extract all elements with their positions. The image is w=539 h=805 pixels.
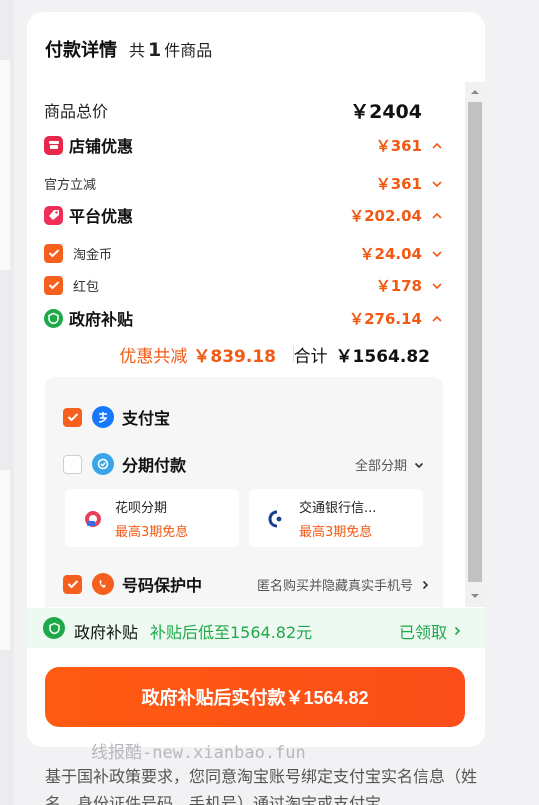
gov-subsidy-amount: ￥276.14 [349,309,422,328]
plan-bocom[interactable]: 交通银行信... 最高3期免息 [249,489,423,547]
grand-total: 合计 ￥1564.82 [293,347,430,367]
alipay-option[interactable]: 支付宝 [63,402,425,432]
subsidy-bar[interactable]: 政府补贴 补贴后低至1564.82元 已领取 [27,608,485,648]
number-protect-label: 号码保护中 [122,576,203,595]
hongbao-amount: ￥178 [375,276,422,295]
installment-label: 分期付款 [122,456,187,475]
phone-shield-icon [92,573,114,595]
chevron-down-icon[interactable] [430,246,444,260]
installment-option[interactable]: 分期付款 全部分期 [63,449,425,479]
store-discount-label: 店铺优惠 [69,137,134,156]
installment-checkbox[interactable] [63,454,82,474]
installment-icon [92,453,114,475]
total-goods-amount: ￥2404 [350,100,422,123]
alipay-icon [92,406,114,428]
scroll-down-arrow-icon[interactable] [469,590,481,602]
total-goods-label: 商品总价 [44,102,109,121]
row-hongbao[interactable]: 红包 ￥178 [44,271,444,299]
subsidy-label: 政府补贴 [74,623,139,642]
row-store-discount[interactable]: 店铺优惠 ￥361 [44,131,444,159]
store-icon [44,135,63,155]
plan-promo: 最高3期免息 [115,525,189,540]
gov-subsidy-icon [44,308,63,328]
installment-dropdown[interactable]: 全部分期 [355,455,425,474]
hongbao-label: 红包 [73,279,100,295]
chevron-down-icon[interactable] [430,176,444,190]
footer-notice: 基于国补政策要求，您同意淘宝账号绑定支付宝实名信息（姓名、身份证件号码、手机号）… [45,767,478,805]
subsidy-status[interactable]: 已领取 [399,619,463,643]
alipay-checkbox[interactable] [63,407,82,427]
plan-name: 交通银行信... [299,501,377,516]
huabei-icon [83,509,103,529]
card-header: 付款详情 共 1 件商品 [45,36,212,62]
left-background-strip [0,0,14,805]
official-cut-label: 官方立减 [44,177,97,193]
plan-promo: 最高3期免息 [299,525,373,540]
installment-option-label: 全部分期 [354,459,407,474]
price-breakdown-scroll[interactable]: 商品总价 ￥2404 店铺优惠 ￥361 官方立减 ￥361 平台优惠 ￥202… [27,82,485,607]
payment-methods: 支付宝 分期付款 全部分期 花呗分期 最高3期免息 交通银行信... 最高3期免… [45,377,443,607]
chevron-up-icon[interactable] [430,138,444,152]
left-panel-block [0,470,10,650]
plan-name: 花呗分期 [115,501,168,516]
store-discount-amount: ￥361 [375,136,422,155]
price-summary: 优惠共减 ￥839.18 合计 ￥1564.82 [27,338,452,368]
chevron-up-icon[interactable] [430,208,444,222]
row-official-cut[interactable]: 官方立减 ￥361 [44,169,444,197]
payment-details-card: 付款详情 共 1 件商品 商品总价 ￥2404 店铺优惠 ￥361 官方立减 ￥36… [27,12,485,747]
item-count: 共 1 件商品 [129,39,213,61]
row-platform-discount[interactable]: 平台优惠 ￥202.04 [44,201,444,229]
left-panel-block [0,60,10,270]
hongbao-checkbox[interactable] [44,275,63,295]
chevron-right-icon [422,580,429,589]
discount-total: 优惠共减 ￥839.18 [119,347,276,367]
row-taojinbi[interactable]: 淘金币 ￥24.04 [44,239,444,267]
row-gov-subsidy[interactable]: 政府补贴 ￥276.14 [44,304,444,332]
number-protect-option[interactable]: 号码保护中 匿名购买并隐藏真实手机号 [63,569,429,599]
card-title: 付款详情 [45,40,117,61]
chevron-right-icon [454,626,461,636]
number-protect-detail[interactable]: 匿名购买并隐藏真实手机号 [257,575,431,594]
scrollbar-thumb[interactable] [468,102,482,582]
coupon-tag-icon [44,205,63,225]
pay-button[interactable]: 政府补贴后实付款￥1564.82 [45,667,465,727]
chevron-up-icon[interactable] [430,311,444,325]
official-cut-amount: ￥361 [375,174,422,193]
number-protect-desc: 匿名购买并隐藏真实手机号 [256,579,413,594]
alipay-label: 支付宝 [122,409,171,428]
taojinbi-checkbox[interactable] [44,243,63,263]
number-protect-checkbox[interactable] [63,574,82,594]
platform-discount-label: 平台优惠 [69,207,134,226]
platform-discount-amount: ￥202.04 [349,206,422,225]
subsidy-detail: 补贴后低至1564.82元 [150,623,313,642]
taojinbi-label: 淘金币 [73,247,113,263]
plan-huabei[interactable]: 花呗分期 最高3期免息 [65,489,239,547]
chevron-down-icon [414,462,424,468]
chevron-down-icon[interactable] [430,278,444,292]
gov-subsidy-label: 政府补贴 [69,310,134,329]
gov-subsidy-icon [43,617,65,639]
row-total-goods: 商品总价 ￥2404 [44,96,444,124]
scroll-up-arrow-icon[interactable] [469,86,481,98]
taojinbi-amount: ￥24.04 [359,244,422,263]
watermark: 线报酷-new.xianbao.fun [91,743,306,763]
bank-logo-icon [267,509,287,529]
